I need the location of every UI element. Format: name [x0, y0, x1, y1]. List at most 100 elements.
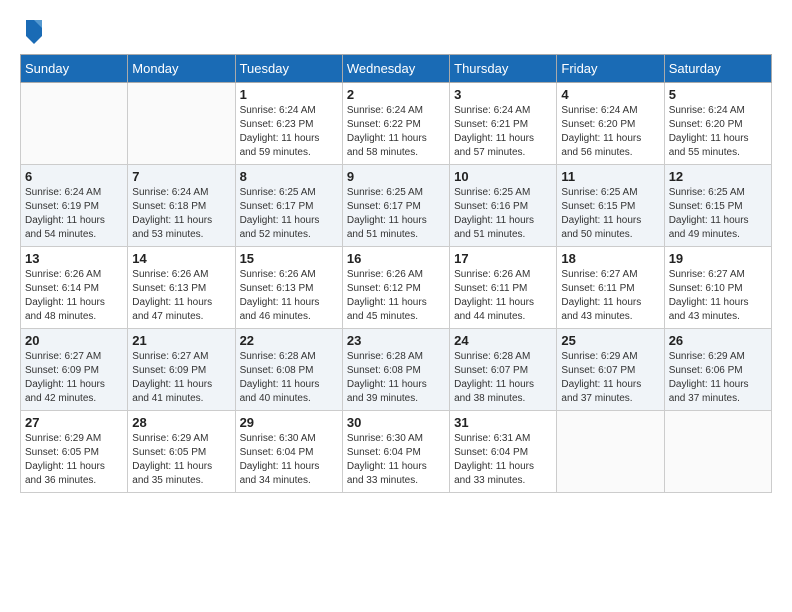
calendar-cell — [557, 411, 664, 493]
calendar-cell: 14Sunrise: 6:26 AM Sunset: 6:13 PM Dayli… — [128, 247, 235, 329]
day-info: Sunrise: 6:30 AM Sunset: 6:04 PM Dayligh… — [347, 432, 445, 488]
calendar-cell — [21, 83, 128, 165]
day-number: 4 — [561, 87, 659, 102]
logo-icon — [22, 16, 46, 44]
weekday-header-tuesday: Tuesday — [235, 55, 342, 83]
day-number: 11 — [561, 169, 659, 184]
day-number: 24 — [454, 333, 552, 348]
calendar-cell: 7 Sunrise: 6:24 AM Sunset: 6:18 PM Daylig… — [128, 165, 235, 247]
day-number: 7 — [132, 169, 230, 184]
day-info: Sunrise: 6:24 AM Sunset: 6:23 PM Dayligh… — [240, 104, 338, 160]
day-info: Sunrise: 6:26 AM Sunset: 6:13 PM Dayligh… — [132, 268, 230, 324]
day-info: Sunrise: 6:24 AM Sunset: 6:20 PM Dayligh… — [669, 104, 767, 160]
calendar-cell: 8 Sunrise: 6:25 AM Sunset: 6:17 PM Daylig… — [235, 165, 342, 247]
day-info: Sunrise: 6:29 AM Sunset: 6:06 PM Dayligh… — [669, 350, 767, 406]
day-number: 23 — [347, 333, 445, 348]
calendar-cell: 17 Sunrise: 6:26 AM Sunset: 6:11 PM Dayli… — [450, 247, 557, 329]
calendar-week-5: 27 Sunrise: 6:29 AM Sunset: 6:05 PM Dayli… — [21, 411, 772, 493]
day-number: 20 — [25, 333, 123, 348]
day-number: 9 — [347, 169, 445, 184]
day-number: 2 — [347, 87, 445, 102]
day-number: 17 — [454, 251, 552, 266]
calendar-cell: 23 Sunrise: 6:28 AM Sunset: 6:08 PM Dayli… — [342, 329, 449, 411]
calendar-cell: 24 Sunrise: 6:28 AM Sunset: 6:07 PM Dayli… — [450, 329, 557, 411]
day-info: Sunrise: 6:26 AM Sunset: 6:11 PM Dayligh… — [454, 268, 552, 324]
weekday-header-row: SundayMondayTuesdayWednesdayThursdayFrid… — [21, 55, 772, 83]
day-number: 18 — [561, 251, 659, 266]
calendar-cell: 18 Sunrise: 6:27 AM Sunset: 6:11 PM Dayli… — [557, 247, 664, 329]
day-info: Sunrise: 6:30 AM Sunset: 6:04 PM Dayligh… — [240, 432, 338, 488]
calendar-cell: 27 Sunrise: 6:29 AM Sunset: 6:05 PM Dayli… — [21, 411, 128, 493]
calendar-cell: 10 Sunrise: 6:25 AM Sunset: 6:16 PM Dayli… — [450, 165, 557, 247]
day-info: Sunrise: 6:25 AM Sunset: 6:15 PM Dayligh… — [669, 186, 767, 242]
day-info: Sunrise: 6:25 AM Sunset: 6:16 PM Dayligh… — [454, 186, 552, 242]
day-info: Sunrise: 6:25 AM Sunset: 6:15 PM Dayligh… — [561, 186, 659, 242]
calendar-cell: 3 Sunrise: 6:24 AM Sunset: 6:21 PM Daylig… — [450, 83, 557, 165]
calendar-cell: 9 Sunrise: 6:25 AM Sunset: 6:17 PM Daylig… — [342, 165, 449, 247]
weekday-header-saturday: Saturday — [664, 55, 771, 83]
logo — [20, 20, 46, 44]
day-number: 15 — [240, 251, 338, 266]
day-number: 26 — [669, 333, 767, 348]
day-info: Sunrise: 6:24 AM Sunset: 6:22 PM Dayligh… — [347, 104, 445, 160]
day-number: 16 — [347, 251, 445, 266]
day-info: Sunrise: 6:29 AM Sunset: 6:05 PM Dayligh… — [25, 432, 123, 488]
day-number: 25 — [561, 333, 659, 348]
calendar-cell: 15 Sunrise: 6:26 AM Sunset: 6:13 PM Dayli… — [235, 247, 342, 329]
calendar-cell — [664, 411, 771, 493]
day-info: Sunrise: 6:24 AM Sunset: 6:21 PM Dayligh… — [454, 104, 552, 160]
calendar-week-1: 1 Sunrise: 6:24 AM Sunset: 6:23 PM Daylig… — [21, 83, 772, 165]
day-info: Sunrise: 6:27 AM Sunset: 6:09 PM Dayligh… — [25, 350, 123, 406]
weekday-header-monday: Monday — [128, 55, 235, 83]
day-info: Sunrise: 6:25 AM Sunset: 6:17 PM Dayligh… — [240, 186, 338, 242]
calendar-cell: 22Sunrise: 6:28 AM Sunset: 6:08 PM Dayli… — [235, 329, 342, 411]
calendar-cell: 29Sunrise: 6:30 AM Sunset: 6:04 PM Dayli… — [235, 411, 342, 493]
calendar-cell: 20 Sunrise: 6:27 AM Sunset: 6:09 PM Dayli… — [21, 329, 128, 411]
day-number: 6 — [25, 169, 123, 184]
day-number: 28 — [132, 415, 230, 430]
calendar-cell: 5Sunrise: 6:24 AM Sunset: 6:20 PM Daylig… — [664, 83, 771, 165]
day-number: 22 — [240, 333, 338, 348]
calendar-cell: 4 Sunrise: 6:24 AM Sunset: 6:20 PM Daylig… — [557, 83, 664, 165]
calendar-cell: 30 Sunrise: 6:30 AM Sunset: 6:04 PM Dayli… — [342, 411, 449, 493]
calendar-cell: 19 Sunrise: 6:27 AM Sunset: 6:10 PM Dayli… — [664, 247, 771, 329]
weekday-header-thursday: Thursday — [450, 55, 557, 83]
day-info: Sunrise: 6:27 AM Sunset: 6:09 PM Dayligh… — [132, 350, 230, 406]
day-info: Sunrise: 6:26 AM Sunset: 6:14 PM Dayligh… — [25, 268, 123, 324]
day-info: Sunrise: 6:28 AM Sunset: 6:07 PM Dayligh… — [454, 350, 552, 406]
calendar-cell: 16 Sunrise: 6:26 AM Sunset: 6:12 PM Dayli… — [342, 247, 449, 329]
day-info: Sunrise: 6:29 AM Sunset: 6:05 PM Dayligh… — [132, 432, 230, 488]
calendar-cell: 2 Sunrise: 6:24 AM Sunset: 6:22 PM Daylig… — [342, 83, 449, 165]
day-info: Sunrise: 6:24 AM Sunset: 6:20 PM Dayligh… — [561, 104, 659, 160]
calendar-week-4: 20 Sunrise: 6:27 AM Sunset: 6:09 PM Dayli… — [21, 329, 772, 411]
day-number: 10 — [454, 169, 552, 184]
day-info: Sunrise: 6:27 AM Sunset: 6:10 PM Dayligh… — [669, 268, 767, 324]
calendar-cell: 21 Sunrise: 6:27 AM Sunset: 6:09 PM Dayli… — [128, 329, 235, 411]
day-number: 13 — [25, 251, 123, 266]
calendar-week-2: 6 Sunrise: 6:24 AM Sunset: 6:19 PM Daylig… — [21, 165, 772, 247]
calendar-cell: 13 Sunrise: 6:26 AM Sunset: 6:14 PM Dayli… — [21, 247, 128, 329]
day-number: 27 — [25, 415, 123, 430]
calendar-cell: 28 Sunrise: 6:29 AM Sunset: 6:05 PM Dayli… — [128, 411, 235, 493]
weekday-header-friday: Friday — [557, 55, 664, 83]
day-number: 1 — [240, 87, 338, 102]
calendar-cell: 1 Sunrise: 6:24 AM Sunset: 6:23 PM Daylig… — [235, 83, 342, 165]
day-info: Sunrise: 6:25 AM Sunset: 6:17 PM Dayligh… — [347, 186, 445, 242]
calendar-table: SundayMondayTuesdayWednesdayThursdayFrid… — [20, 54, 772, 493]
day-info: Sunrise: 6:24 AM Sunset: 6:19 PM Dayligh… — [25, 186, 123, 242]
day-info: Sunrise: 6:27 AM Sunset: 6:11 PM Dayligh… — [561, 268, 659, 324]
day-info: Sunrise: 6:28 AM Sunset: 6:08 PM Dayligh… — [347, 350, 445, 406]
day-number: 21 — [132, 333, 230, 348]
weekday-header-wednesday: Wednesday — [342, 55, 449, 83]
day-info: Sunrise: 6:24 AM Sunset: 6:18 PM Dayligh… — [132, 186, 230, 242]
day-number: 19 — [669, 251, 767, 266]
day-info: Sunrise: 6:26 AM Sunset: 6:13 PM Dayligh… — [240, 268, 338, 324]
calendar-cell — [128, 83, 235, 165]
page-header — [20, 20, 772, 44]
day-number: 12 — [669, 169, 767, 184]
day-number: 3 — [454, 87, 552, 102]
day-number: 8 — [240, 169, 338, 184]
calendar-cell: 11 Sunrise: 6:25 AM Sunset: 6:15 PM Dayli… — [557, 165, 664, 247]
day-number: 30 — [347, 415, 445, 430]
day-info: Sunrise: 6:26 AM Sunset: 6:12 PM Dayligh… — [347, 268, 445, 324]
